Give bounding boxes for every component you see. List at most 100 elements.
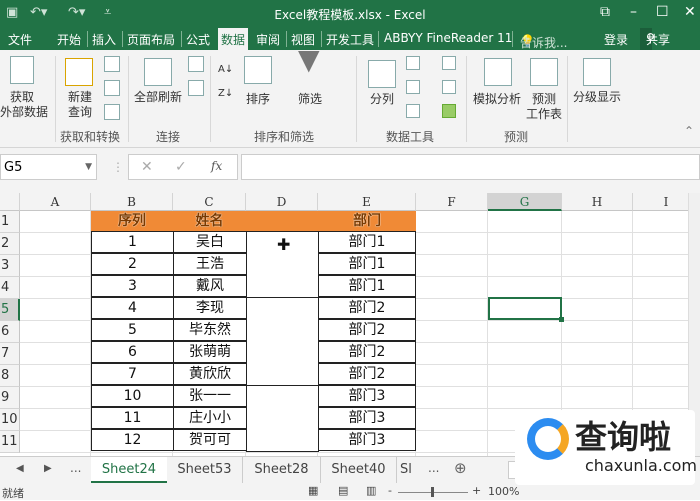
what-if-analysis-button[interactable]: 模拟分析 [470, 92, 524, 107]
row-header[interactable]: 3 [0, 255, 20, 277]
column-header[interactable]: F [416, 193, 488, 211]
zoom-slider[interactable] [398, 487, 468, 497]
tab-home[interactable]: 开始 [57, 31, 81, 48]
tab-formulas[interactable]: 公式 [186, 31, 210, 48]
recent-sources-icon[interactable] [104, 104, 120, 120]
table-cell[interactable]: 部门2 [318, 319, 416, 341]
merged-cell[interactable]: ✚ [246, 231, 319, 298]
merged-cell[interactable] [246, 297, 319, 386]
remove-duplicates-icon[interactable] [406, 80, 420, 94]
chevron-down-icon[interactable]: ▼ [85, 162, 92, 172]
selected-cell-g5[interactable] [488, 297, 564, 322]
name-box[interactable]: G5 ▼ [0, 154, 97, 180]
tab-insert[interactable]: 插入 [92, 31, 116, 48]
sheet-tab[interactable]: Sheet40 [321, 457, 397, 483]
row-header[interactable]: 10 [0, 409, 20, 431]
table-cell[interactable]: 张一一 [173, 385, 247, 407]
column-header[interactable]: G [488, 193, 562, 211]
table-cell[interactable]: 黄欣欣 [173, 363, 247, 385]
select-all-button[interactable] [0, 193, 20, 211]
tab-abbyy[interactable]: ABBYY FineReader 11 [384, 31, 512, 45]
sort-desc-icon[interactable]: Z↓ [218, 86, 233, 101]
column-header[interactable]: C [173, 193, 246, 211]
more-sheets-left[interactable]: ... [70, 461, 81, 475]
normal-view-icon[interactable]: ▦ [308, 484, 318, 497]
cancel-icon[interactable]: ✕ [141, 159, 153, 175]
formula-input[interactable] [241, 154, 700, 180]
tab-developer[interactable]: 开发工具 [326, 31, 374, 48]
row-header[interactable]: 2 [0, 233, 20, 255]
sort-asc-icon[interactable]: A↓ [218, 62, 233, 77]
table-cell[interactable]: 庄小小 [173, 407, 247, 429]
table-cell[interactable]: 部门2 [318, 297, 416, 319]
row-header[interactable]: 1 [0, 211, 20, 233]
tab-page-layout[interactable]: 页面布局 [127, 31, 175, 48]
table-cell[interactable]: 贺可可 [173, 429, 247, 451]
zoom-out-button[interactable]: - [388, 484, 392, 497]
table-cell[interactable]: 王浩 [173, 253, 247, 275]
row-header[interactable]: 5 [0, 299, 20, 321]
row-header[interactable]: 11 [0, 431, 20, 453]
tab-review[interactable]: 审阅 [256, 31, 280, 48]
more-sheets-right[interactable]: ... [428, 461, 439, 475]
table-cell[interactable]: 吴白 [173, 231, 247, 253]
header-cell[interactable]: 姓名 [173, 211, 246, 232]
relationships-icon[interactable] [442, 80, 456, 94]
table-cell[interactable]: 10 [91, 385, 174, 407]
table-cell[interactable]: 11 [91, 407, 174, 429]
row-header[interactable]: 9 [0, 387, 20, 409]
maximize-button[interactable]: ☐ [656, 4, 669, 20]
row-header[interactable]: 4 [0, 277, 20, 299]
properties-icon[interactable] [188, 80, 204, 96]
zoom-in-button[interactable]: + [472, 484, 481, 497]
table-cell[interactable]: 部门1 [318, 275, 416, 297]
column-header[interactable]: H [562, 193, 633, 211]
table-cell[interactable]: 7 [91, 363, 174, 385]
ribbon-display-icon[interactable]: ⧉ [600, 4, 610, 20]
row-header[interactable]: 6 [0, 321, 20, 343]
scroll-right-icon[interactable]: ▶ [44, 463, 52, 474]
row-header[interactable]: 7 [0, 343, 20, 365]
refresh-all-button[interactable]: 全部刷新 [130, 90, 186, 105]
tab-data[interactable]: 数据 [218, 28, 249, 50]
table-cell[interactable]: 毕东然 [173, 319, 247, 341]
page-layout-view-icon[interactable]: ▤ [338, 484, 348, 497]
table-cell[interactable]: 4 [91, 297, 174, 319]
share-button[interactable]: ⚲ 共享 [640, 28, 670, 50]
table-cell[interactable]: 部门1 [318, 231, 416, 253]
column-header[interactable]: A [20, 193, 91, 211]
tab-file[interactable]: 文件 [8, 31, 32, 48]
minimize-button[interactable]: – [630, 4, 637, 20]
table-cell[interactable]: 1 [91, 231, 174, 253]
table-cell[interactable]: 部门3 [318, 407, 416, 429]
consolidate-icon[interactable] [442, 56, 456, 70]
column-header[interactable]: D [246, 193, 318, 211]
row-header[interactable]: 8 [0, 365, 20, 387]
filter-button[interactable]: 筛选 [294, 92, 326, 107]
table-cell[interactable]: 5 [91, 319, 174, 341]
from-table-icon[interactable] [104, 80, 120, 96]
merged-cell[interactable] [246, 385, 319, 452]
show-queries-icon[interactable] [104, 56, 120, 72]
data-validation-icon[interactable] [406, 104, 420, 118]
insert-function-icon[interactable]: fx [211, 159, 222, 173]
table-cell[interactable]: 部门1 [318, 253, 416, 275]
zoom-slider-thumb[interactable] [431, 487, 434, 497]
outline-button[interactable]: 分级显示 [570, 90, 624, 105]
sheet-tab[interactable]: Sheet28 [243, 457, 321, 483]
table-cell[interactable]: 部门3 [318, 429, 416, 451]
new-sheet-icon[interactable]: ⊕ [454, 459, 467, 477]
table-cell[interactable]: 李现 [173, 297, 247, 319]
forecast-sheet-button[interactable]: 预测 工作表 [526, 92, 562, 122]
text-to-columns-button[interactable]: 分列 [366, 92, 398, 107]
sheet-tab[interactable]: Sheet24 [91, 457, 167, 483]
header-cell[interactable]: 部门 [318, 211, 416, 232]
column-header[interactable]: B [91, 193, 173, 211]
zoom-level[interactable]: 100% [488, 485, 519, 498]
sign-in-link[interactable]: 登录 [604, 31, 628, 48]
new-query-button[interactable]: 新建 查询 [60, 90, 100, 120]
table-cell[interactable]: 部门2 [318, 341, 416, 363]
flash-fill-icon[interactable] [406, 56, 420, 70]
collapse-ribbon-icon[interactable]: ⌃ [684, 124, 694, 139]
connections-icon[interactable] [188, 56, 204, 72]
